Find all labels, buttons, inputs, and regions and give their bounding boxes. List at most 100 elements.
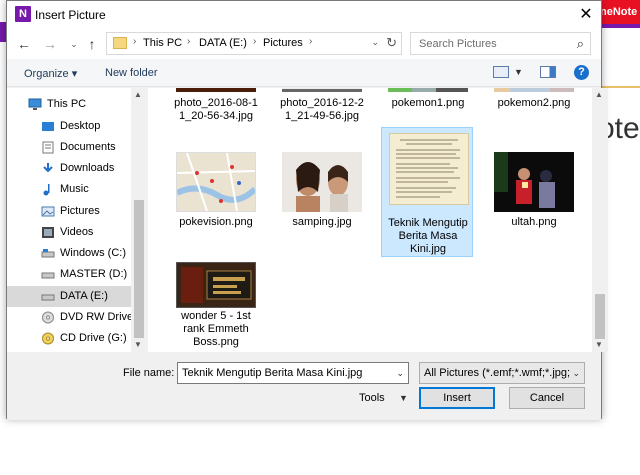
recent-locations-chevron-icon[interactable]: ⌄ — [65, 35, 83, 53]
breadcrumb-pictures[interactable]: Pictures — [263, 37, 303, 49]
search-box[interactable]: Search Pictures ⌕ — [410, 32, 591, 55]
screenshot-thumb — [494, 88, 574, 92]
sidebar-item-label: DATA (E:) — [60, 290, 108, 302]
drive-icon — [41, 294, 55, 301]
chevron-right-icon[interactable]: › — [309, 36, 312, 47]
file-name: photo_2016-12-2 1_21-49-56.jpg — [280, 97, 364, 122]
chevron-right-icon[interactable]: › — [253, 36, 256, 47]
organize-button[interactable]: Organize ▾ — [24, 67, 77, 80]
search-input[interactable]: Search Pictures — [419, 38, 497, 50]
documents-icon — [42, 141, 54, 154]
sidebar-item-this-pc[interactable]: This PC — [7, 94, 131, 115]
preview-pane-icon[interactable] — [540, 66, 556, 78]
file-name: pokevision.png — [179, 216, 253, 228]
sidebar-item-documents[interactable]: Documents — [7, 137, 131, 158]
file-name-field[interactable]: Teknik Mengutip Berita Masa Kini.jpg ⌄ — [177, 362, 409, 384]
forward-arrow-icon[interactable]: → — [41, 35, 59, 53]
cancel-button[interactable]: Cancel — [509, 387, 585, 409]
cd-icon — [42, 332, 54, 345]
file-list-scroll-thumb[interactable] — [595, 294, 605, 339]
sidebar-item-downloads[interactable]: Downloads — [7, 158, 131, 179]
drive-icon — [41, 249, 55, 258]
sidebar-item-label: MASTER (D:) — [60, 268, 128, 280]
command-bar: Organize ▾ New folder ▼ ? — [7, 59, 601, 87]
scroll-up-icon[interactable]: ▲ — [595, 90, 603, 99]
sidebar-scrollbar[interactable]: ▲ ▼ — [131, 88, 147, 352]
chevron-right-icon[interactable]: › — [133, 36, 136, 47]
sidebar-item-label: Pictures — [60, 205, 100, 217]
scroll-down-icon[interactable]: ▼ — [595, 340, 603, 349]
dialog-footer: File name: Teknik Mengutip Berita Masa K… — [7, 352, 601, 420]
file-item[interactable]: samping.jpg — [276, 148, 368, 258]
desktop-icon — [42, 122, 54, 131]
drive-icon — [41, 272, 55, 279]
file-item[interactable]: ultah.png — [488, 148, 580, 258]
sidebar-scroll-thumb[interactable] — [134, 200, 144, 338]
tools-chevron-icon[interactable]: ▼ — [399, 393, 408, 403]
sidebar-item-windows-drive[interactable]: Windows (C:) — [7, 243, 131, 264]
insert-button[interactable]: Insert — [419, 387, 495, 409]
search-icon[interactable]: ⌕ — [577, 36, 584, 52]
dialog-titlebar: N Insert Picture ✕ — [7, 1, 601, 29]
view-options-chevron-icon[interactable]: ▼ — [514, 67, 523, 77]
change-view-icon[interactable] — [493, 66, 509, 78]
refresh-icon[interactable]: ↻ — [386, 35, 397, 51]
file-name: ultah.png — [511, 216, 557, 228]
map-thumb — [175, 152, 258, 212]
chevron-down-icon[interactable]: ⌄ — [396, 368, 404, 379]
sidebar-item-videos[interactable]: Videos — [7, 222, 131, 243]
file-type-value: All Pictures (*.emf;*.wmf;*.jpg;* — [424, 367, 570, 379]
file-item[interactable]: photo_2016-08-1 1_20-56-34.jpg — [170, 88, 262, 124]
back-arrow-icon[interactable]: ← — [15, 35, 33, 53]
close-button[interactable]: ✕ — [571, 1, 601, 29]
file-list-scrollbar[interactable]: ▲ ▼ — [592, 88, 608, 352]
sidebar-item-label: Documents — [60, 141, 116, 153]
sidebar-item-music[interactable]: Music — [7, 179, 131, 200]
videos-icon — [42, 227, 54, 238]
chevron-down-icon[interactable]: ⌄ — [572, 368, 580, 379]
dialog-title: Insert Picture — [35, 8, 106, 22]
file-item[interactable]: photo_2016-12-2 1_21-49-56.jpg — [276, 88, 368, 124]
sidebar-item-master-drive[interactable]: MASTER (D:) — [7, 264, 131, 285]
file-type-select[interactable]: All Pictures (*.emf;*.wmf;*.jpg;* ⌄ — [419, 362, 585, 384]
help-icon[interactable]: ? — [574, 65, 589, 80]
scroll-up-icon[interactable]: ▲ — [134, 90, 142, 99]
screenshot-thumb — [388, 88, 468, 92]
folder-icon — [113, 37, 127, 49]
sidebar-item-data-drive[interactable]: DATA (E:) — [7, 286, 131, 307]
file-item[interactable]: pokemon1.png — [382, 88, 474, 124]
onenote-icon: N — [15, 6, 31, 22]
photo-thumb — [176, 88, 256, 92]
pc-icon — [28, 98, 42, 110]
tools-button[interactable]: Tools — [359, 392, 385, 404]
sidebar-item-desktop[interactable]: Desktop — [7, 116, 131, 137]
file-item[interactable]: wonder 5 - 1st rank Emmeth Boss.png — [170, 259, 262, 349]
file-name: samping.jpg — [292, 216, 352, 228]
pictures-icon — [41, 206, 55, 217]
sidebar-item-dvd-drive[interactable]: DVD RW Drive (F — [7, 307, 147, 328]
photo-thumb — [282, 88, 362, 92]
file-name-label: File name: — [123, 367, 175, 379]
sidebar-item-label: Videos — [60, 226, 94, 238]
chevron-down-icon[interactable]: ⌄ — [371, 37, 379, 48]
scroll-down-icon[interactable]: ▼ — [134, 340, 142, 349]
breadcrumb-this-pc[interactable]: This PC — [143, 37, 182, 49]
file-name-value[interactable]: Teknik Mengutip Berita Masa Kini.jpg — [182, 367, 362, 379]
sidebar-item-cd-drive[interactable]: CD Drive (G:) — [7, 328, 131, 349]
up-arrow-icon[interactable]: ↑ — [83, 35, 101, 53]
game-thumb — [176, 262, 256, 308]
file-item[interactable]: pokemon2.png — [488, 88, 580, 124]
chevron-right-icon[interactable]: › — [187, 36, 190, 47]
new-folder-button[interactable]: New folder — [105, 67, 158, 79]
breadcrumb-data-drive[interactable]: DATA (E:) — [199, 37, 247, 49]
file-name: pokemon2.png — [497, 97, 571, 109]
sidebar-item-label: This PC — [47, 98, 87, 110]
file-list: photo_2016-08-1 1_20-56-34.jpg photo_201… — [148, 88, 592, 352]
sidebar-item-label: Music — [60, 183, 89, 195]
file-item-selected[interactable]: Teknik Mengutip Berita Masa Kini.jpg — [381, 127, 473, 257]
file-item[interactable]: pokevision.png — [170, 148, 262, 258]
dvd-icon — [42, 311, 54, 324]
downloads-icon — [43, 163, 53, 173]
sidebar-item-pictures[interactable]: Pictures — [7, 201, 131, 222]
address-bar[interactable]: › This PC › DATA (E:) › Pictures › ⌄ ↻ — [106, 32, 402, 55]
